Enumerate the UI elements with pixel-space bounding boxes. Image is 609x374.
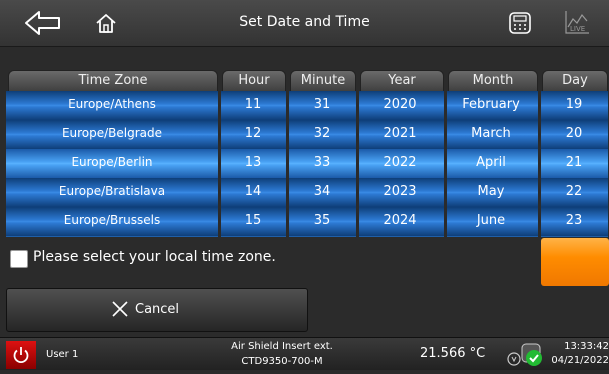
day-cell[interactable]: 20 [540,120,608,149]
column-divider [356,70,359,237]
day-cell[interactable]: 19 [540,91,608,120]
clock-date: 04/21/2022 [551,355,609,366]
column-header-minute: Minute [290,70,356,92]
column-header-time-zone: Time Zone [8,70,218,92]
temperature-readout: 21.566 °C [420,346,486,361]
top-bar: Set Date and Time LIVE [0,0,609,47]
month-cell[interactable]: May [446,178,536,207]
day-cell[interactable]: 23 [540,207,608,236]
live-label: LIVE [570,25,585,33]
live-chart-icon: LIVE [565,11,589,34]
clock-time: 13:33:42 [564,341,609,352]
calculator-button[interactable] [503,6,537,40]
status-bar: User 1 Air Shield Insert ext. CTD9350-70… [0,337,609,370]
year-cell[interactable]: 2021 [358,120,442,149]
time-zone-cell[interactable]: Europe/Belgrade [6,120,218,149]
time-zone-cell[interactable]: Europe/Bratislava [6,178,218,207]
column-divider [538,70,541,237]
back-button[interactable] [20,6,66,40]
table-row-selected[interactable]: Europe/Berlin 13 33 2022 April 21 [6,149,608,178]
month-cell[interactable]: April [446,149,536,178]
column-divider [444,70,447,237]
column-divider [286,70,289,237]
table-row[interactable]: Europe/Belgrade 12 32 2021 March 20 [6,120,608,149]
device-model: CTD9350-700-M [241,356,323,367]
checkbox-label: Please select your local time zone. [33,249,276,265]
confirm-button[interactable] [541,238,609,286]
calculator-icon [509,12,531,34]
day-cell[interactable]: 21 [540,149,608,178]
minute-cell[interactable]: 34 [290,178,354,207]
month-cell[interactable]: June [446,207,536,236]
minute-cell[interactable]: 35 [290,207,354,236]
time-zone-cell[interactable]: Europe/Brussels [6,207,218,236]
column-header-hour: Hour [222,70,286,92]
minute-cell[interactable]: 33 [290,149,354,178]
system-status[interactable] [504,340,546,370]
date-time-table: Europe/Athens 11 31 2020 February 19 Eur… [6,91,608,237]
table-row[interactable]: Europe/Athens 11 31 2020 February 19 [6,91,608,120]
column-header-day: Day [542,70,608,92]
day-cell[interactable]: 22 [540,178,608,207]
time-zone-cell[interactable]: Europe/Berlin [6,149,218,178]
close-icon [112,301,128,317]
back-arrow-icon [25,11,60,35]
device-name: Air Shield Insert ext. [231,341,333,352]
clock: 13:33:42 04/21/2022 [551,340,609,368]
hour-cell[interactable]: 14 [220,178,286,207]
home-icon [96,14,116,33]
year-cell[interactable]: 2023 [358,178,442,207]
hour-cell[interactable]: 12 [220,120,286,149]
month-cell[interactable]: February [446,91,536,120]
cancel-button[interactable]: Cancel [6,288,308,332]
power-button[interactable] [6,341,36,369]
local-time-zone-checkbox[interactable] [10,250,28,268]
column-divider [218,70,221,237]
live-chart-button[interactable]: LIVE [560,6,594,40]
column-header-month: Month [448,70,538,92]
hour-cell[interactable]: 11 [220,91,286,120]
minute-cell[interactable]: 32 [290,120,354,149]
month-cell[interactable]: March [446,120,536,149]
year-cell[interactable]: 2020 [358,91,442,120]
lightbulb-status-icon [507,343,542,366]
year-cell[interactable]: 2024 [358,207,442,236]
year-cell[interactable]: 2022 [358,149,442,178]
device-info: Air Shield Insert ext. CTD9350-700-M [222,339,342,369]
user-name: User 1 [46,349,79,360]
cancel-label: Cancel [135,301,180,317]
power-icon [13,347,29,364]
table-row[interactable]: Europe/Brussels 15 35 2024 June 23 [6,207,608,236]
minute-cell[interactable]: 31 [290,91,354,120]
time-zone-cell[interactable]: Europe/Athens [6,91,218,120]
column-header-year: Year [360,70,444,92]
table-row[interactable]: Europe/Bratislava 14 34 2023 May 22 [6,178,608,207]
hour-cell[interactable]: 13 [220,149,286,178]
home-button[interactable] [86,6,126,40]
hour-cell[interactable]: 15 [220,207,286,236]
